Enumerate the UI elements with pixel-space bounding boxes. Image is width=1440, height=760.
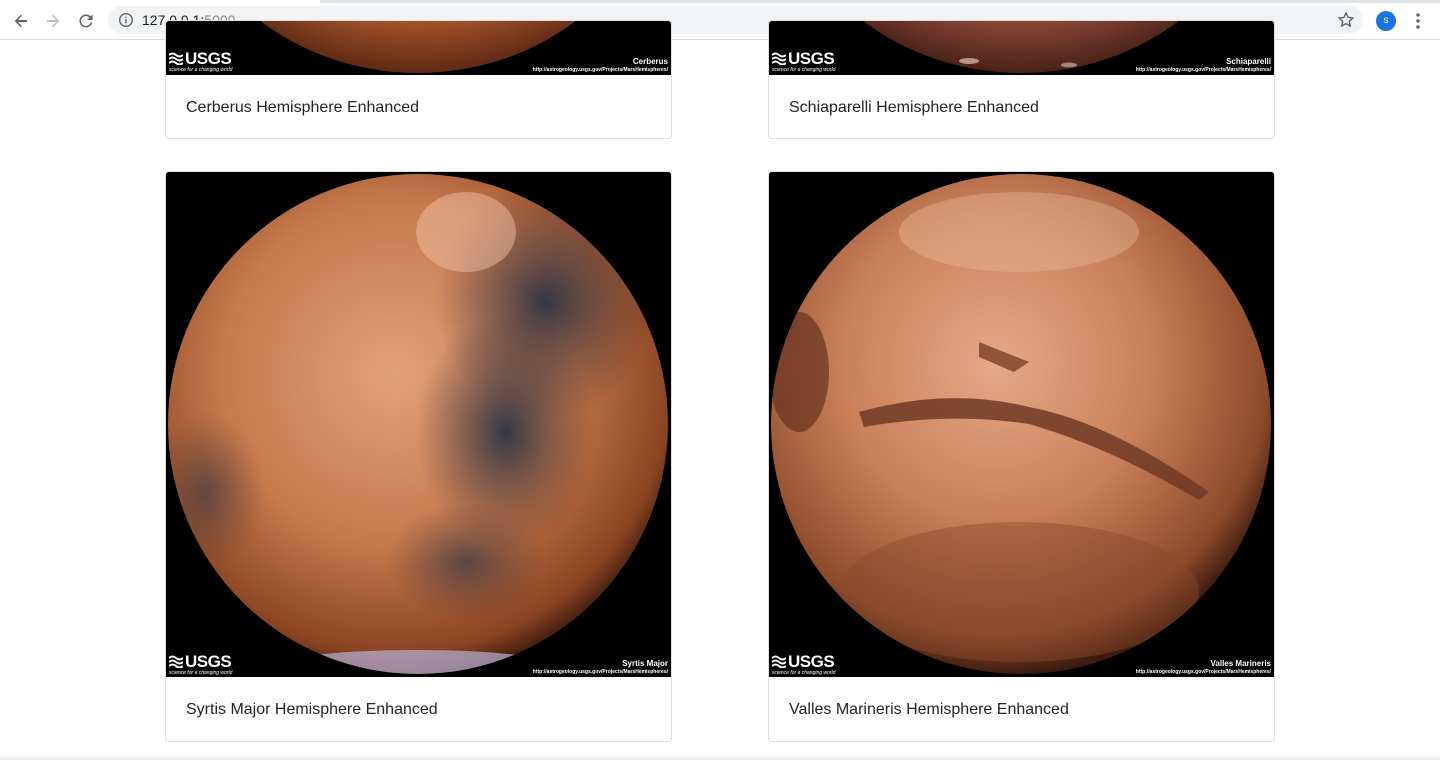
reload-button[interactable] — [73, 8, 99, 34]
usgs-logo-text: USGS — [788, 652, 835, 671]
card-title: Syrtis Major Hemisphere Enhanced — [186, 701, 438, 718]
star-icon[interactable] — [1337, 11, 1355, 29]
image-caption: Valles Marineris http://astrogeology.usg… — [1136, 659, 1271, 676]
usgs-wave-icon — [169, 52, 183, 65]
image-caption-name: Schiaparelli — [1226, 57, 1271, 66]
hemisphere-card: USGS science for a changing world Cerber… — [165, 20, 672, 139]
hemisphere-image[interactable]: USGS science for a changing world Syrtis… — [166, 172, 671, 677]
usgs-tagline: science for a changing world — [169, 670, 233, 676]
back-arrow-icon — [14, 14, 27, 28]
card-body: Valles Marineris Hemisphere Enhanced — [769, 677, 1274, 741]
tab-strip — [0, 0, 1440, 3]
reload-icon — [79, 14, 93, 28]
image-caption-name: Cerberus — [632, 57, 668, 66]
usgs-logo: USGS science for a changing world — [772, 49, 852, 73]
hemisphere-card: USGS science for a changing world Schiap… — [768, 20, 1275, 139]
usgs-logo: USGS science for a changing world — [169, 652, 249, 676]
image-caption-name: Syrtis Major — [622, 659, 668, 668]
active-tab[interactable] — [0, 0, 320, 3]
profile-avatar[interactable]: s — [1376, 11, 1396, 31]
mars-globe-graphic — [771, 174, 1271, 674]
usgs-tagline: science for a changing world — [772, 67, 836, 73]
info-icon[interactable] — [118, 12, 134, 28]
image-caption: Schiaparelli http://astrogeology.usgs.go… — [1136, 57, 1271, 74]
more-vert-icon[interactable] — [1410, 10, 1426, 32]
image-caption-name: Valles Marineris — [1210, 659, 1271, 668]
usgs-logo-text: USGS — [185, 652, 232, 671]
image-caption: Cerberus http://astrogeology.usgs.gov/Pr… — [533, 57, 668, 74]
usgs-tagline: science for a changing world — [169, 67, 233, 73]
usgs-wave-icon — [772, 52, 786, 65]
image-caption-link: http://astrogeology.usgs.gov/Projects/Ma… — [1135, 67, 1271, 73]
mars-globe-graphic — [168, 174, 668, 674]
usgs-logo: USGS science for a changing world — [772, 652, 852, 676]
usgs-logo-text: USGS — [788, 49, 835, 68]
back-button[interactable] — [8, 8, 34, 34]
card-body: Syrtis Major Hemisphere Enhanced — [166, 677, 671, 741]
image-caption-link: http://astrogeology.usgs.gov/Projects/Ma… — [532, 669, 668, 675]
image-caption-link: http://astrogeology.usgs.gov/Projects/Ma… — [1135, 669, 1271, 675]
hemisphere-image[interactable]: USGS science for a changing world Schiap… — [769, 21, 1274, 75]
card-body: Cerberus Hemisphere Enhanced — [166, 75, 671, 138]
window-bottom-edge — [0, 754, 1440, 760]
card-title: Cerberus Hemisphere Enhanced — [186, 99, 420, 116]
usgs-wave-icon — [169, 655, 183, 668]
image-caption: Syrtis Major http://astrogeology.usgs.go… — [533, 659, 668, 676]
card-title: Valles Marineris Hemisphere Enhanced — [789, 701, 1069, 718]
hemisphere-card: USGS science for a changing world Syrtis… — [165, 171, 672, 742]
usgs-wave-icon — [772, 655, 786, 668]
card-body: Schiaparelli Hemisphere Enhanced — [769, 75, 1274, 138]
usgs-tagline: science for a changing world — [772, 670, 836, 676]
hemisphere-image[interactable]: USGS science for a changing world Cerber… — [166, 21, 671, 75]
usgs-logo: USGS science for a changing world — [169, 49, 249, 73]
image-caption-link: http://astrogeology.usgs.gov/Projects/Ma… — [532, 67, 668, 73]
forward-arrow-icon — [47, 14, 60, 28]
forward-button[interactable] — [40, 8, 66, 34]
hemisphere-card: USGS science for a changing world Valles… — [768, 171, 1275, 742]
hemisphere-image[interactable]: USGS science for a changing world Valles… — [769, 172, 1274, 677]
usgs-logo-text: USGS — [185, 49, 232, 68]
card-title: Schiaparelli Hemisphere Enhanced — [789, 99, 1039, 116]
